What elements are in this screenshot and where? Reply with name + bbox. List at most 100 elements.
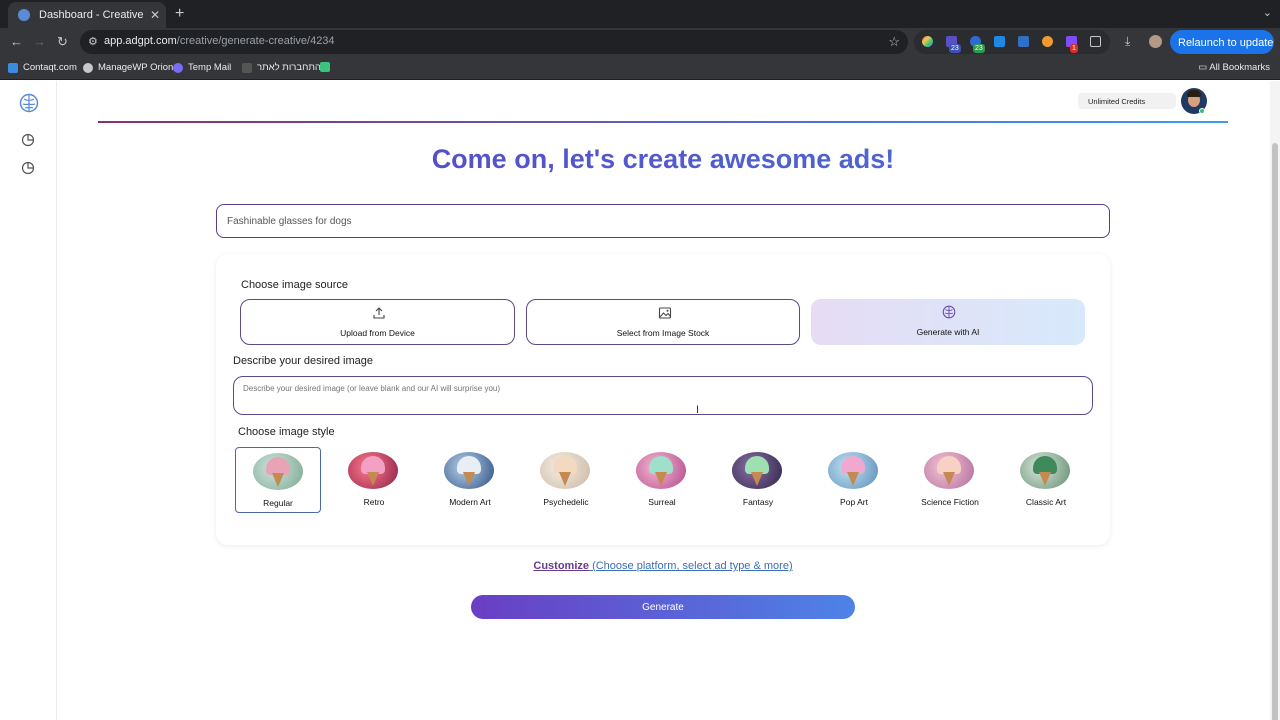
extension-color-icon[interactable] xyxy=(922,36,933,47)
scrollbar-thumb[interactable] xyxy=(1272,143,1278,720)
ice-cream-thumbnail xyxy=(924,452,974,489)
extensions-puzzle-icon[interactable] xyxy=(1090,36,1101,47)
generate-button[interactable]: Generate xyxy=(471,595,855,619)
bookmark-item[interactable] xyxy=(320,62,335,72)
extension-badge: 23 xyxy=(949,44,961,53)
pie-chart-icon[interactable] xyxy=(21,133,35,147)
bookmark-favicon-icon xyxy=(8,62,18,73)
all-bookmarks[interactable]: ▭ All Bookmarks xyxy=(1198,62,1270,73)
main-content: Unlimited Credits Come on, let's create … xyxy=(58,81,1270,720)
ice-cream-thumbnail xyxy=(732,452,782,489)
ice-cream-thumbnail xyxy=(1020,452,1070,489)
brain-icon xyxy=(942,305,956,319)
style-option-psychedelic[interactable]: Psychedelic xyxy=(523,447,609,513)
tab-search-icon[interactable]: ⌄ xyxy=(1263,6,1272,19)
generate-with-ai-button[interactable]: Generate with AI xyxy=(811,299,1085,345)
style-option-pop-art[interactable]: Pop Art xyxy=(811,447,897,513)
style-label: Surreal xyxy=(648,497,676,507)
bookmark-label: Contaqt.com xyxy=(23,62,77,73)
relaunch-button[interactable]: Relaunch to update ⋮ xyxy=(1170,30,1280,54)
page-title: Come on, let's create awesome ads! xyxy=(58,144,1268,175)
url-text: app.adgpt.com/creative/generate-creative… xyxy=(104,35,335,47)
extension-badge: 23 xyxy=(973,44,985,53)
bookmark-item[interactable]: Contaqt.com xyxy=(8,62,77,73)
style-label: Psychedelic xyxy=(543,497,589,507)
ice-cream-thumbnail xyxy=(444,452,494,489)
extension-icon[interactable] xyxy=(1042,36,1053,47)
address-bar[interactable]: ⚙ app.adgpt.com/creative/generate-creati… xyxy=(80,30,908,54)
brain-logo-icon[interactable] xyxy=(19,93,39,113)
profile-avatar-icon[interactable] xyxy=(1149,35,1162,48)
bookmark-favicon-icon xyxy=(83,62,93,73)
extensions-area: 23 23 1 xyxy=(914,30,1110,54)
reload-icon[interactable]: ↻ xyxy=(57,34,68,50)
style-label: Pop Art xyxy=(840,497,868,507)
extension-badge: 1 xyxy=(1070,44,1078,53)
download-icon[interactable]: ⤓ xyxy=(1125,34,1130,49)
image-icon xyxy=(658,307,672,319)
ice-cream-thumbnail xyxy=(540,452,590,489)
bookmark-label: התחברות לאתר xyxy=(257,62,321,73)
style-option-retro[interactable]: Retro xyxy=(331,447,417,513)
style-label: Classic Art xyxy=(1025,497,1067,507)
style-option-classic-art[interactable]: Classic Art xyxy=(1003,447,1089,513)
avatar-hair xyxy=(1187,90,1201,97)
product-input[interactable] xyxy=(216,204,1110,238)
online-status-dot xyxy=(1199,108,1205,114)
bookmarks-bar: Contaqt.com ManageWP Orion Temp Mail התח… xyxy=(0,56,1280,80)
upload-from-device-button[interactable]: Upload from Device xyxy=(240,299,515,345)
extension-h-icon[interactable] xyxy=(994,36,1005,47)
bookmark-item[interactable]: התחברות לאתר xyxy=(242,62,321,73)
bookmark-item[interactable]: ManageWP Orion xyxy=(83,62,173,73)
bookmark-item[interactable]: Temp Mail xyxy=(173,62,231,73)
style-label: Science Fiction xyxy=(921,497,979,507)
describe-image-label: Describe your desired image xyxy=(233,355,374,367)
url-path: /creative/generate-creative/4234 xyxy=(176,35,335,47)
upload-label: Upload from Device xyxy=(340,328,415,338)
image-source-label: Choose image source xyxy=(241,279,349,291)
customize-strong: Customize xyxy=(533,560,590,572)
bookmark-label: ManageWP Orion xyxy=(98,62,174,73)
style-option-modern-art[interactable]: Modern Art xyxy=(427,447,513,513)
url-domain: app.adgpt.com xyxy=(104,35,177,47)
tab-favicon-icon xyxy=(18,9,30,21)
back-icon[interactable]: ← xyxy=(10,34,23,49)
style-label: Modern Art xyxy=(449,497,491,507)
creative-options-card: Choose image source Upload from Device S… xyxy=(216,254,1110,545)
tab-title: Dashboard - Creative | AdGPT xyxy=(39,9,146,21)
image-stock-label: Select from Image Stock xyxy=(616,328,710,338)
close-tab-icon[interactable]: ✕ xyxy=(150,8,160,22)
bookmark-star-icon[interactable]: ☆ xyxy=(888,34,900,50)
image-description-input[interactable] xyxy=(233,376,1093,415)
style-option-fantasy[interactable]: Fantasy xyxy=(715,447,801,513)
forward-icon[interactable]: → xyxy=(33,34,46,49)
all-bookmarks-label: All Bookmarks xyxy=(1209,62,1270,73)
browser-tab[interactable]: Dashboard - Creative | AdGPT ✕ xyxy=(8,2,166,28)
text-cursor-icon: Ι xyxy=(696,404,700,416)
generate-with-ai-label: Generate with AI xyxy=(916,327,980,337)
browser-tab-bar: Dashboard - Creative | AdGPT ✕ + ⌄ xyxy=(0,0,1280,28)
pie-chart-icon[interactable] xyxy=(21,161,35,175)
select-from-image-stock-button[interactable]: Select from Image Stock xyxy=(526,299,800,345)
browser-toolbar: ← → ↻ ⚙ app.adgpt.com/creative/generate-… xyxy=(0,28,1280,56)
style-option-regular[interactable]: Regular xyxy=(235,447,321,513)
upload-icon xyxy=(373,307,385,319)
style-option-science-fiction[interactable]: Science Fiction xyxy=(907,447,993,513)
page-scrollbar[interactable] xyxy=(1270,81,1280,720)
style-option-surreal[interactable]: Surreal xyxy=(619,447,705,513)
app-sidebar xyxy=(0,81,57,720)
customize-link[interactable]: Customize (Choose platform, select ad ty… xyxy=(58,560,1268,572)
site-info-icon[interactable]: ⚙ xyxy=(88,35,98,48)
relaunch-label: Relaunch to update xyxy=(1178,37,1274,49)
bookmark-favicon-icon xyxy=(320,62,330,72)
bookmark-favicon-icon xyxy=(242,62,252,73)
bookmark-favicon-icon xyxy=(173,62,183,73)
ice-cream-thumbnail xyxy=(636,452,686,489)
style-label: Retro xyxy=(363,497,385,507)
bookmark-label: Temp Mail xyxy=(188,62,232,73)
extension-icon[interactable] xyxy=(1018,36,1029,47)
new-tab-icon[interactable]: + xyxy=(175,5,184,23)
customize-rest: (Choose platform, select ad type & more) xyxy=(589,560,793,572)
header-divider xyxy=(98,121,1228,123)
ice-cream-thumbnail xyxy=(828,452,878,489)
